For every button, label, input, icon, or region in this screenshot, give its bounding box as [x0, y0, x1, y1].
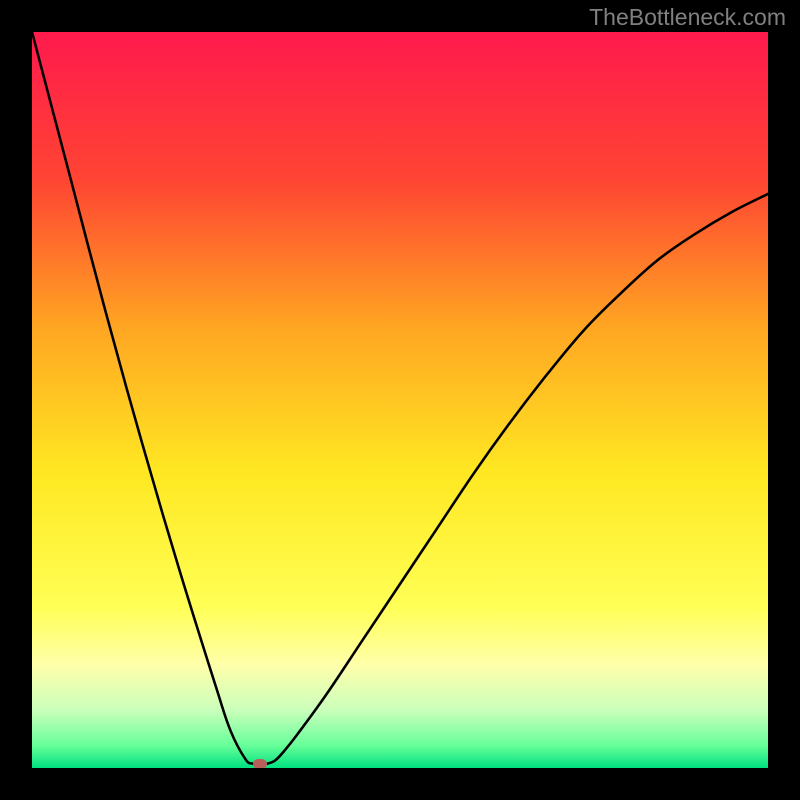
curve-svg: [32, 32, 768, 768]
optimal-marker: [253, 759, 267, 768]
plot-area: [32, 32, 768, 768]
chart-root: TheBottleneck.com: [0, 0, 800, 800]
watermark-text: TheBottleneck.com: [589, 4, 786, 31]
bottleneck-curve: [32, 32, 768, 764]
